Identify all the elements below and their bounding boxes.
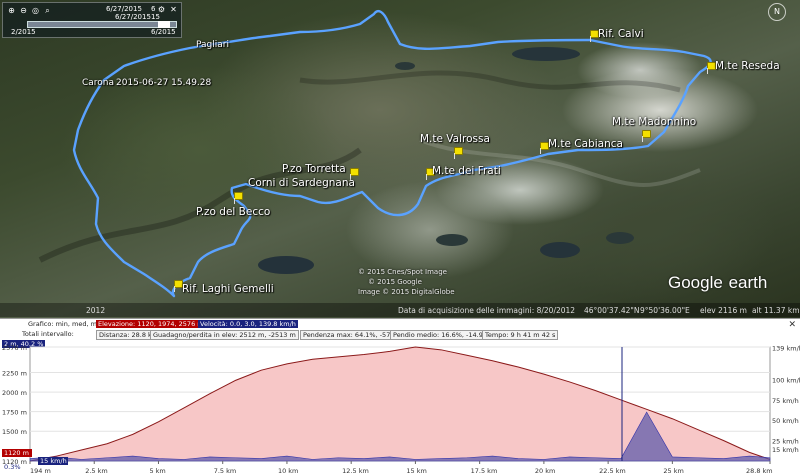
y-right-tick-label: 25 km/h — [772, 438, 799, 446]
x-tick-label: 20 km — [535, 467, 555, 474]
min-elevation-tag-label: 1120 m — [4, 449, 29, 457]
chart-mode-label: Grafico: min, med, max — [28, 320, 105, 328]
placemark-pin-icon[interactable] — [538, 142, 549, 154]
acquisition-date: Data di acquisizione delle immagini: 8/2… — [398, 306, 576, 315]
track-timestamp: 2015-06-27 15.49.28 — [116, 78, 212, 88]
speed-series-toggle[interactable]: Velocità: 0.0, 3.0, 139.8 km/h — [198, 320, 298, 328]
y-right-tick-label: 75 km/h — [772, 397, 799, 405]
zoom-in-icon[interactable]: ⊕ — [7, 6, 16, 15]
close-icon[interactable]: ✕ — [169, 5, 178, 14]
y-right-tick-label: 139 km/h — [772, 345, 800, 353]
placemark-pin-icon[interactable] — [452, 147, 463, 159]
altitude-readout: alt 11.37 km — [752, 306, 800, 315]
placemark-pin-icon[interactable] — [705, 62, 716, 74]
placemark-rif-calvi[interactable]: Rif. Calvi — [598, 28, 644, 40]
time-slider[interactable]: ⊕ ⊖ ◎ ⌕ 6/27/2015 6 6/27/2015 15 ⚙ ✕ 2/2… — [2, 2, 182, 38]
longitude-readout: 9°50'36.00"E — [640, 306, 690, 315]
y-right-tick-label: 50 km/h — [772, 417, 799, 425]
end-date-label: 6/2015 — [151, 28, 176, 36]
copyright-line: Image © 2015 DigitalGlobe — [358, 288, 455, 296]
placemark-mte-madonnino[interactable]: M.te Madonnino — [612, 116, 696, 128]
profile-chart-svg[interactable]: 2576 m 2250 m 2000 m 1750 m 1500 m 1120 m 139 … — [0, 339, 800, 474]
time-value-2: 15 — [151, 13, 160, 21]
min-pct-tag-label: 0.3% — [4, 463, 21, 471]
time-track[interactable] — [27, 21, 177, 28]
compass-icon[interactable]: N — [768, 3, 786, 21]
current-date-label-2: 6/27/2015 — [115, 13, 151, 21]
x-tick-label: 194 m — [30, 467, 51, 474]
x-tick-label: 22.5 km — [599, 467, 626, 474]
placemark-pzo-del-becco[interactable]: P.zo del Becco — [196, 206, 270, 218]
zoom-fit-icon[interactable]: ◎ — [31, 6, 40, 15]
totals-label: Totali intervallo: — [22, 330, 74, 338]
profile-stats-row-2: Totali intervallo: Distanza: 28.8 km Gua… — [0, 329, 800, 340]
time-value-1: 6 — [151, 5, 156, 13]
wrench-icon[interactable]: ⚙ — [157, 5, 166, 14]
x-tick-label: 25 km — [663, 467, 683, 474]
x-tick-label: 2.5 km — [85, 467, 108, 474]
current-date-label: 6/27/2015 — [106, 5, 142, 13]
x-tick-label: 10 km — [278, 467, 298, 474]
placemark-mte-reseda[interactable]: M.te Reseda — [715, 60, 780, 72]
x-tick-label: 28.8 km — [746, 467, 773, 474]
x-tick-label: 7.5 km — [214, 467, 237, 474]
y-left-tick-label: 1500 m — [2, 428, 27, 436]
x-tick-label: 5 km — [149, 467, 165, 474]
start-date-label: 2/2015 — [11, 28, 36, 36]
y-left-tick-label: 2250 m — [2, 370, 27, 378]
elevation-profile-panel[interactable]: Grafico: min, med, max Elevazione: 1120,… — [0, 318, 800, 474]
zoom-out-icon[interactable]: ⊖ — [19, 6, 28, 15]
latitude-readout: 46°00'37.42"N — [584, 306, 640, 315]
placemark-pin-icon[interactable] — [588, 30, 599, 42]
placemark-mte-valrossa[interactable]: M.te Valrossa — [420, 133, 490, 145]
y-left-tick-label: 1750 m — [2, 409, 27, 417]
map-view[interactable]: ⊕ ⊖ ◎ ⌕ 6/27/2015 6 6/27/2015 15 ⚙ ✕ 2/2… — [0, 0, 800, 318]
y-left-tick-label: 2576 m — [2, 344, 27, 352]
map-status-bar: 2012 Data di acquisizione delle immagini… — [0, 303, 800, 317]
town-label-carona: Carona — [82, 78, 115, 88]
town-label-pagliari: Pagliari — [196, 40, 229, 50]
placemark-mte-cabianca[interactable]: M.te Cabianca — [548, 138, 623, 150]
elevation-series-toggle[interactable]: Elevazione: 1120, 1974, 2576 m — [96, 320, 206, 328]
x-tick-label: 17.5 km — [471, 467, 498, 474]
x-tick-label: 15 km — [406, 467, 426, 474]
x-tick-label: 12.5 km — [342, 467, 369, 474]
y-right-tick-label: 15 km/h — [772, 446, 799, 454]
imagery-year: 2012 — [86, 306, 106, 315]
y-left-tick-label: 2000 m — [2, 389, 27, 397]
copyright-line: © 2015 Cnes/Spot Image — [358, 268, 447, 276]
y-right-tick-label: 100 km/h — [772, 376, 800, 384]
placemark-pin-icon[interactable] — [640, 130, 651, 142]
placemark-pin-icon[interactable] — [172, 280, 183, 292]
placemark-pin-icon[interactable] — [232, 192, 243, 204]
placemark-pzo-torretta[interactable]: P.zo Torretta — [282, 163, 346, 175]
google-earth-window: ⊕ ⊖ ◎ ⌕ 6/27/2015 6 6/27/2015 15 ⚙ ✕ 2/2… — [0, 0, 800, 474]
profile-stats-row-1: Grafico: min, med, max Elevazione: 1120,… — [0, 319, 800, 330]
google-earth-logo: Google earth — [668, 273, 768, 292]
search-icon[interactable]: ⌕ — [43, 6, 52, 15]
placemark-corni-di-sardegnana[interactable]: Corni di Sardegnana — [248, 177, 355, 189]
placemark-rif-laghi-gemelli[interactable]: Rif. Laghi Gemelli — [182, 283, 274, 295]
copyright-line: © 2015 Google — [368, 278, 422, 286]
time-range-handle[interactable] — [158, 21, 170, 28]
profile-chart[interactable]: 2576 m 2250 m 2000 m 1750 m 1500 m 1120 m 139 … — [0, 339, 800, 474]
min-speed-tag-label: 15 km/h — [40, 457, 67, 465]
elevation-readout: elev 2116 m — [700, 306, 747, 315]
placemark-mte-dei-frati[interactable]: M.te dei Frati — [432, 165, 501, 177]
